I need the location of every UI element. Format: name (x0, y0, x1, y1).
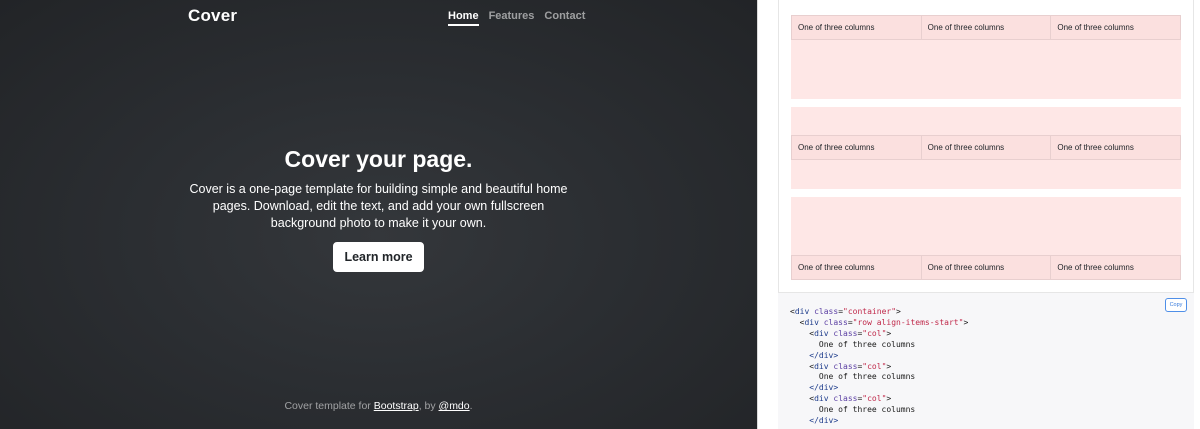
pane-divider (757, 0, 758, 429)
code-token: div (814, 361, 829, 371)
nav-contact[interactable]: Contact (544, 10, 585, 26)
column-cell: One of three columns (920, 255, 1052, 280)
column-cell: One of three columns (1050, 135, 1182, 160)
column-cell: One of three columns (791, 135, 922, 160)
code-token: class (833, 328, 858, 338)
code-token: One of three columns (818, 372, 916, 382)
code-snippet[interactable]: <div class="container"> <div class="row … (790, 307, 968, 427)
code-token: class (833, 394, 858, 404)
hero-section: Cover your page. Cover is a one-page tem… (0, 146, 757, 272)
code-token: class (823, 317, 848, 327)
footer-middle: , by (418, 400, 439, 412)
code-token: class (814, 307, 839, 316)
column-cell: One of three columns (1050, 255, 1182, 280)
code-token: class (833, 361, 858, 371)
code-token: div (814, 394, 829, 404)
code-token: One of three columns (818, 405, 916, 415)
nav-home[interactable]: Home (448, 10, 479, 26)
example-preview: One of three columns One of three column… (778, 0, 1194, 293)
footer-link-bootstrap[interactable]: Bootstrap (374, 400, 419, 412)
footer-prefix: Cover template for (284, 400, 374, 412)
row-align-end: One of three columns One of three column… (791, 197, 1182, 280)
hero-title: Cover your page. (284, 146, 473, 172)
copy-button[interactable]: Copy (1165, 298, 1187, 312)
code-token: "col" (862, 361, 887, 371)
code-token: div (814, 328, 829, 338)
main-nav: Home Features Contact (448, 10, 585, 26)
row-align-start: One of three columns One of three column… (791, 15, 1182, 99)
cover-footer: Cover template for Bootstrap, by @mdo. (0, 400, 757, 412)
code-token: </div> (809, 383, 839, 393)
docs-pane: One of three columns One of three column… (778, 0, 1200, 429)
column-cell: One of three columns (920, 135, 1052, 160)
footer-link-mdo[interactable]: @mdo (439, 400, 470, 412)
nav-features[interactable]: Features (489, 10, 535, 26)
hero-lead: Cover is a one-page template for buildin… (189, 182, 568, 230)
cover-preview: Cover Home Features Contact Cover your p… (0, 0, 757, 429)
code-token: </div> (809, 416, 839, 426)
brand-logo[interactable]: Cover (188, 6, 237, 26)
code-token: </div> (809, 350, 839, 360)
code-token: "col" (862, 394, 887, 404)
learn-more-button[interactable]: Learn more (333, 242, 424, 272)
code-token: div (794, 307, 810, 316)
row-align-center: One of three columns One of three column… (791, 107, 1182, 189)
column-cell: One of three columns (920, 15, 1052, 40)
column-cell: One of three columns (1050, 15, 1182, 40)
footer-suffix: . (469, 400, 473, 412)
column-cell: One of three columns (791, 255, 922, 280)
code-token: "col" (862, 328, 887, 338)
code-token: "container" (843, 307, 897, 316)
column-cell: One of three columns (791, 15, 922, 40)
code-token: "row align-items-start" (852, 317, 964, 327)
code-token: One of three columns (818, 339, 916, 349)
code-token: div (804, 317, 819, 327)
